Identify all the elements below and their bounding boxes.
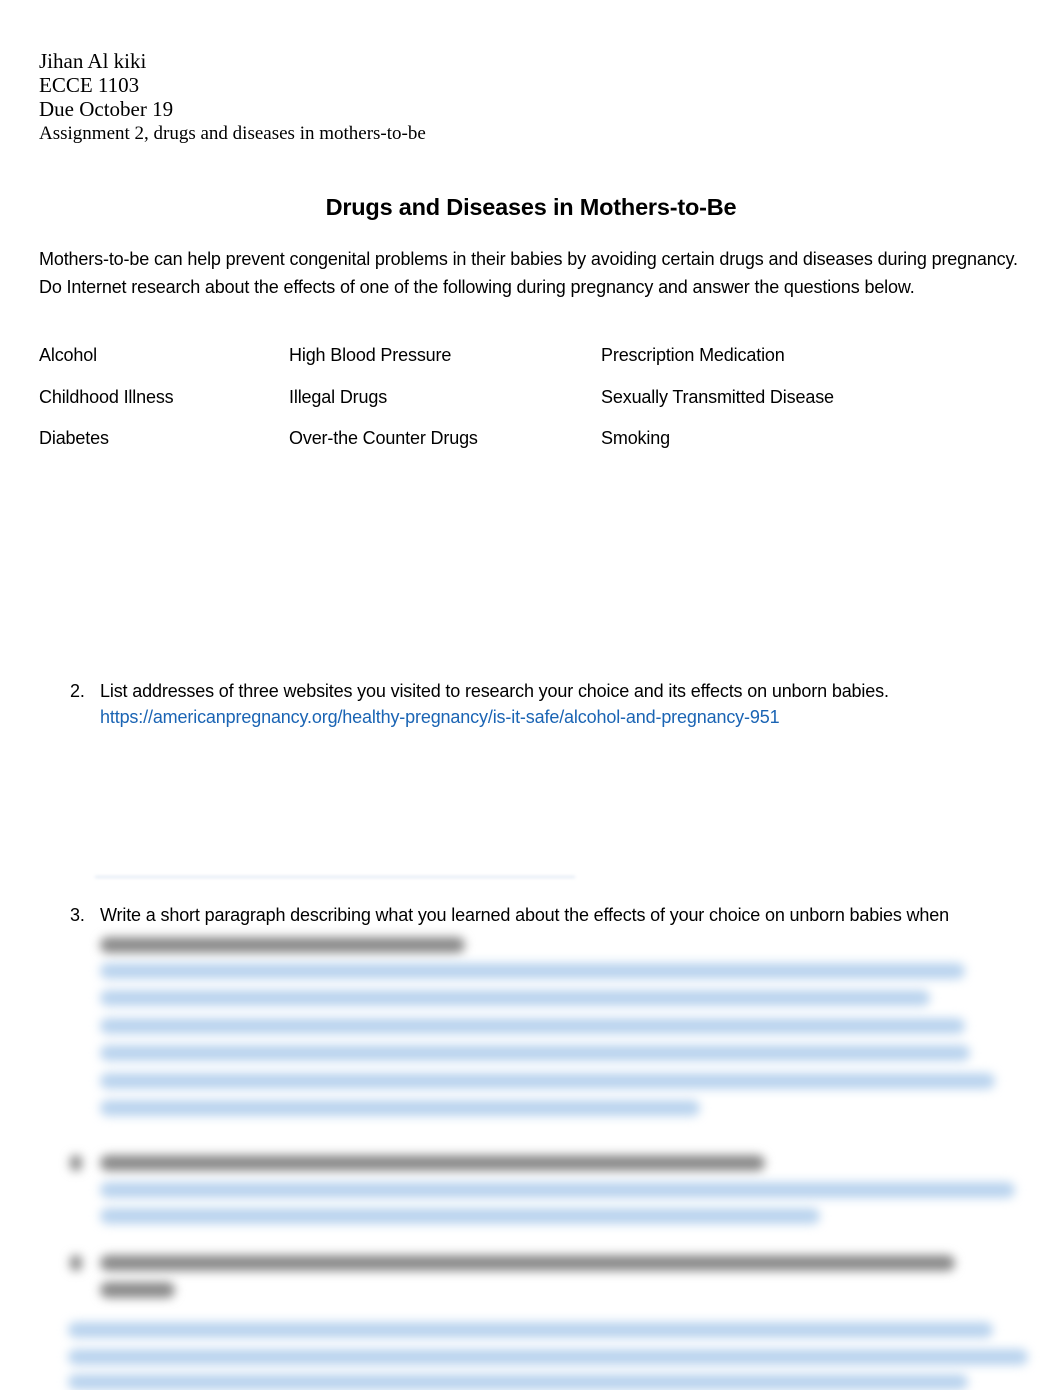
document-title: Drugs and Diseases in Mothers-to-Be (325, 194, 737, 220)
blurred-answer-line (68, 1322, 993, 1338)
blurred-answer-line (100, 1182, 1015, 1198)
divider (95, 876, 575, 878)
intro-paragraph: Mothers-to-be can help prevent congenita… (39, 249, 1018, 297)
option-item: Sexually Transmitted Disease (601, 387, 834, 407)
option-item: Childhood Illness (39, 387, 174, 407)
blurred-question-line (100, 1282, 175, 1298)
question-text: Write a short paragraph describing what … (100, 905, 949, 925)
option-item: Smoking (601, 428, 670, 448)
blurred-question-line (100, 937, 465, 953)
blurred-question-line (100, 1155, 765, 1171)
question-2: 2. List addresses of three websites you … (70, 678, 1050, 730)
course-code: ECCE 1103 (39, 73, 140, 97)
blurred-answer-line (100, 1018, 965, 1034)
blurred-answer-line (100, 1100, 700, 1116)
blurred-answer-line (68, 1374, 968, 1390)
question-3: 3. Write a short paragraph describing wh… (70, 902, 1050, 928)
blurred-question-number (70, 1155, 82, 1171)
blurred-question-line (100, 1255, 955, 1271)
option-item: Prescription Medication (601, 345, 785, 365)
option-item: Alcohol (39, 345, 97, 365)
question-number: 3. (70, 905, 85, 925)
blurred-question-number (70, 1255, 82, 1271)
option-item: Illegal Drugs (289, 387, 388, 407)
blurred-answer-line (68, 1349, 1028, 1365)
blurred-answer-line (100, 963, 965, 979)
student-name: Jihan Al kiki (39, 49, 147, 73)
option-item: Diabetes (39, 428, 109, 448)
option-item: Over-the Counter Drugs (289, 428, 478, 448)
due-date: Due October 19 (39, 97, 174, 121)
blurred-answer-line (100, 990, 930, 1006)
website-link[interactable]: https://americanpregnancy.org/healthy-pr… (100, 707, 780, 727)
assignment-label: Assignment 2, drugs and diseases in moth… (39, 123, 426, 144)
question-number: 2. (70, 681, 85, 701)
question-text: List addresses of three websites you vis… (100, 681, 889, 701)
option-item: High Blood Pressure (289, 345, 452, 365)
blurred-answer-line (100, 1045, 970, 1061)
blurred-answer-line (100, 1073, 995, 1089)
blurred-answer-line (100, 1208, 820, 1224)
